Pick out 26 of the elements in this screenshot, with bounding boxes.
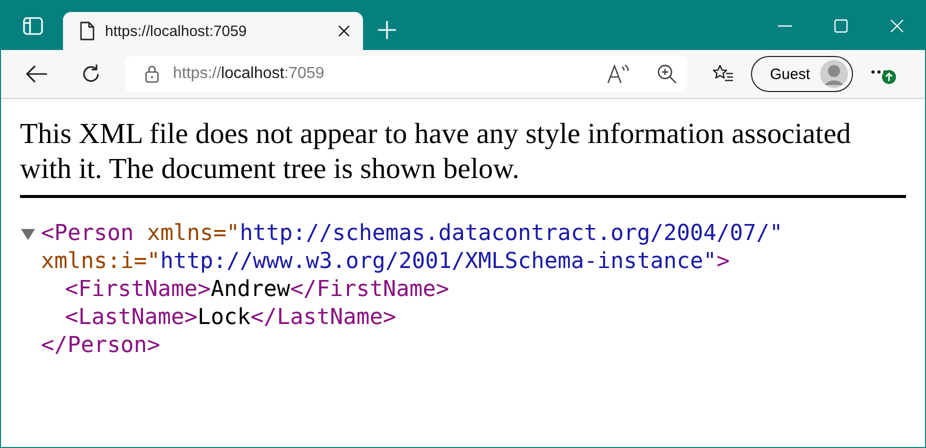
xml-line: <FirstName>Andrew</FirstName>: [65, 276, 450, 304]
star-list-icon: [712, 64, 734, 84]
read-aloud-icon[interactable]: [607, 64, 631, 84]
xml-line: <LastName>Lock</LastName>: [65, 304, 396, 332]
back-arrow-icon: [26, 65, 48, 83]
xml-line: <Person xmlns="http://schemas.datacontract.org/2004/07/": [41, 220, 783, 248]
avatar-icon: [820, 60, 848, 88]
close-icon: [890, 18, 904, 32]
zoom-icon[interactable]: [657, 64, 677, 84]
close-tab-icon[interactable]: [337, 24, 351, 38]
minimize-icon: [778, 24, 792, 26]
new-tab-icon[interactable]: [377, 20, 397, 40]
reload-icon: [80, 63, 102, 85]
xml-notice: This XML file does not appear to have any style information associated with it. The document tree is shown below.: [20, 117, 906, 198]
address-bar[interactable]: https://localhost:7059: [125, 56, 687, 92]
lock-icon: [145, 65, 159, 83]
profile-button[interactable]: Guest: [751, 56, 854, 92]
xml-line: </Person>: [41, 332, 160, 360]
page-icon: [79, 21, 95, 41]
xml-line: xmlns:i="http://www.w3.org/2001/XMLSchema-instance">: [41, 248, 730, 276]
maximize-icon: [834, 18, 848, 32]
expand-toggle-icon[interactable]: [21, 228, 35, 240]
browser-tab[interactable]: https://localhost:7059: [63, 12, 363, 50]
tab-actions-icon[interactable]: [22, 15, 44, 37]
tab-title: https://localhost:7059: [105, 22, 248, 40]
url-text: https://localhost:7059: [173, 65, 326, 83]
